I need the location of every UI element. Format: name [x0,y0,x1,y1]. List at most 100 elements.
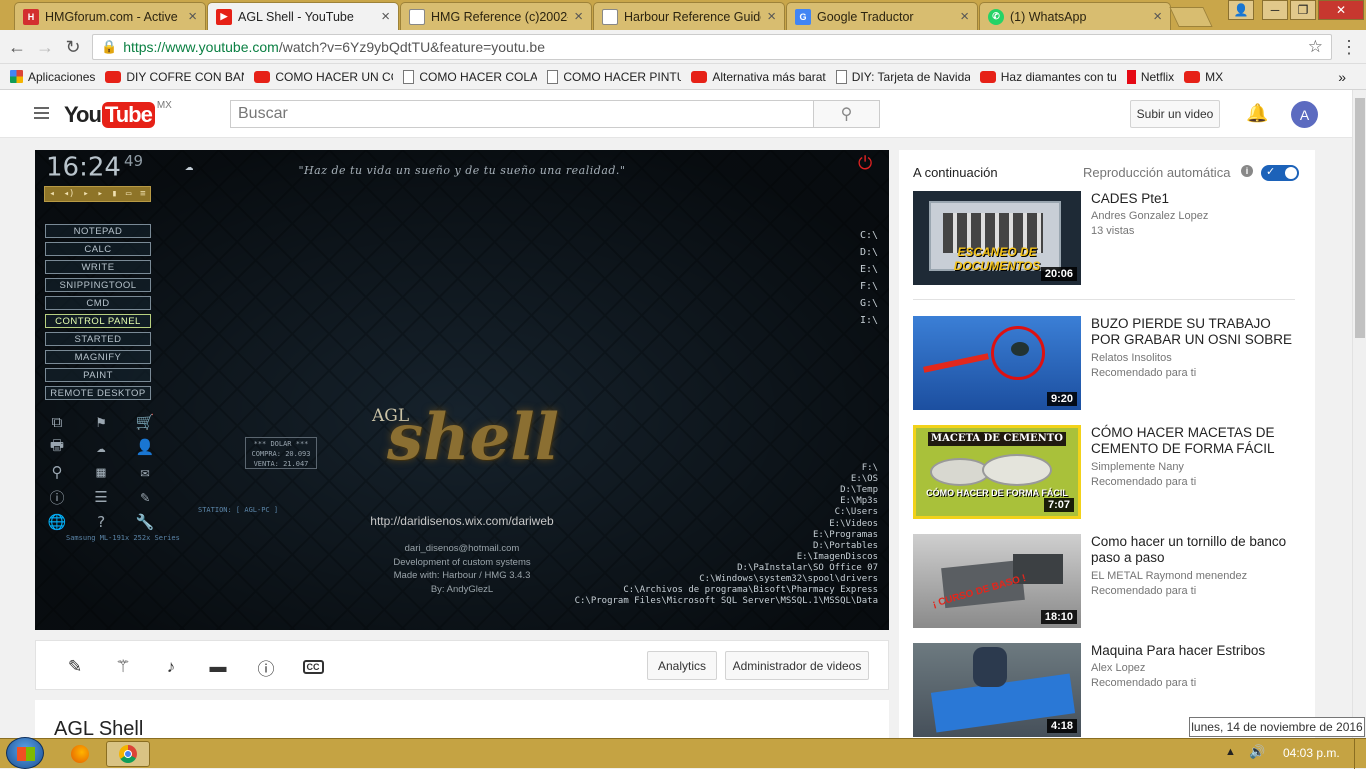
magic-wand-icon[interactable]: ⚚ [112,656,134,678]
calendar-icon: ▦ [96,463,106,481]
tab-title: HMG Reference (c)2002- [431,9,569,24]
document-icon [547,69,559,84]
forward-arrow-icon[interactable]: → [34,36,56,58]
autoplay-toggle[interactable]: ✓ [1261,165,1299,181]
drive-label: I:\ [859,315,878,326]
close-tab-icon[interactable]: × [1153,8,1162,25]
google-translate-favicon-icon: G [795,8,811,25]
hamburger-menu-icon[interactable] [34,107,49,119]
region-label: MX [156,100,172,111]
menu-dots-icon[interactable]: ⋮ [1338,36,1360,58]
autoplay-info-icon[interactable]: i [1241,165,1253,177]
video-thumbnail[interactable]: 4:18 [913,643,1081,737]
tray-expand-icon[interactable]: ▲ [1225,746,1236,758]
search-icon[interactable]: ⚲ [813,100,880,128]
page-scrollbar[interactable] [1352,90,1366,738]
minimize-button[interactable]: ─ [1262,0,1288,20]
recommendation-title[interactable]: CÓMO HACER MACETAS DE CEMENTO DE FORMA F… [1091,425,1299,457]
start-button[interactable] [6,737,44,769]
bookmarks-more-icon[interactable]: » [1338,69,1346,85]
recommendation-channel[interactable]: Simplemente Nany [1091,461,1184,473]
show-desktop-button[interactable] [1354,739,1366,769]
tab-whatsapp[interactable]: ✆ (1) WhatsApp × [979,2,1171,30]
volume-icon[interactable]: 🔊 [1249,744,1265,760]
tab-hmgforum[interactable]: H HMGforum.com - Active × [14,2,206,30]
recommendation-channel[interactable]: Alex Lopez [1091,662,1145,674]
recommendation-item[interactable]: ¡ CURSO DE BASO ! 18:10 Como hacer un to… [913,534,1303,628]
close-tab-icon[interactable]: × [381,8,390,25]
windows-taskbar: ▲ 🔊 04:03 p.m. [0,737,1366,769]
upload-button[interactable]: Subir un video [1130,100,1220,128]
video-title: AGL Shell [54,718,144,738]
bookmark-item[interactable]: COMO HACER COLA [403,69,537,84]
analytics-button[interactable]: Analytics [647,651,717,680]
bookmark-item[interactable]: Haz diamantes con tu [979,70,1117,84]
url-bar[interactable]: 🔒 https://www.youtube.com/watch?v=6Yz9yb… [92,34,1332,60]
recommendation-channel[interactable]: Relatos Insolitos [1091,352,1172,364]
video-thumbnail[interactable]: 9:20 [913,316,1081,410]
thumbnail-text: MACETA DE CEMENTO [928,432,1066,446]
tab-google-traductor[interactable]: G Google Traductor × [786,2,978,30]
video-manager-button[interactable]: Administrador de videos [725,651,869,680]
edit-pencil-icon[interactable]: ✎ [64,656,86,678]
tab-hmg-reference[interactable]: HMG Reference (c)2002- × [400,2,592,30]
tab-title: AGL Shell - YouTube [238,9,354,24]
avatar[interactable]: A [1291,101,1318,128]
recommendation-title[interactable]: BUZO PIERDE SU TRABAJO POR GRABAR UN OSN… [1091,316,1299,348]
scrollbar-thumb[interactable] [1355,98,1365,338]
info-icon[interactable]: ⓘ [255,656,277,679]
captions-icon[interactable]: CC [302,656,324,678]
recommendation-item[interactable]: MACETA DE CEMENTO CÓMO HACER DE FORMA FÁ… [913,425,1303,519]
recommendation-title[interactable]: Maquina Para hacer Estribos [1091,643,1299,659]
bookmark-item[interactable]: DIY: Tarjeta de Navida [835,69,970,84]
recommendation-title[interactable]: CADES Pte1 [1091,191,1299,207]
tab-youtube[interactable]: ▶ AGL Shell - YouTube × [207,2,399,30]
search-input[interactable]: Buscar [230,100,814,128]
youtube-favicon-icon [254,70,271,83]
bookmark-item[interactable]: Alternativa más barat [691,70,826,84]
date-tooltip: lunes, 14 de noviembre de 2016 [1189,717,1365,737]
video-thumbnail[interactable]: MACETA DE CEMENTO CÓMO HACER DE FORMA FÁ… [913,425,1081,519]
music-note-icon[interactable]: ♪ [160,656,182,678]
close-window-button[interactable]: ✕ [1318,0,1364,20]
end-screen-icon[interactable]: ▬ [207,656,229,678]
taskbar-firefox[interactable] [58,741,102,767]
search-icon: ⚲ [51,463,63,481]
bookmark-star-icon[interactable]: ☆ [1308,37,1323,57]
tab-harbour-reference[interactable]: Harbour Reference Guide × [593,2,785,30]
back-arrow-icon[interactable]: ← [6,36,28,58]
new-tab-button[interactable] [1169,7,1213,27]
bookmark-item[interactable]: MX [1184,70,1223,84]
recommendation-channel[interactable]: Andres Gonzalez Lopez [1091,210,1208,222]
bookmark-item[interactable]: Netflix [1126,69,1174,84]
recommendation-channel[interactable]: EL METAL Raymond menendez [1091,570,1247,582]
video-thumbnail[interactable]: ¡ CURSO DE BASO ! 18:10 [913,534,1081,628]
user-icon[interactable]: 👤 [1228,0,1254,20]
recommendation-meta: Recomendado para ti [1091,476,1197,488]
bookmark-item[interactable]: DIY COFRE CON BAN [105,70,244,84]
close-tab-icon[interactable]: × [960,8,969,25]
maximize-button[interactable]: ❐ [1290,0,1316,20]
close-tab-icon[interactable]: × [188,8,197,25]
drive-label: G:\ [859,298,878,309]
bookmark-item[interactable]: COMO HACER PINTU [547,69,681,84]
bookmark-item[interactable]: Aplicaciones [10,70,95,84]
video-quote: "Haz de tu vida un sueño y de tu sueño u… [298,164,626,177]
document-icon [835,69,847,84]
bell-icon[interactable]: 🔔 [1246,103,1268,124]
reload-icon[interactable]: ↻ [62,36,84,58]
recommendation-item[interactable]: ESCANEO DE DOCUMENTOS 20:06 CADES Pte1 A… [913,191,1303,285]
video-player[interactable]: 16:24 49 ☁ "Haz de tu vida un sueño y de … [35,150,889,630]
taskbar-chrome[interactable] [106,741,150,767]
video-thumbnail[interactable]: ESCANEO DE DOCUMENTOS 20:06 [913,191,1081,285]
recommendation-item[interactable]: 9:20 BUZO PIERDE SU TRABAJO POR GRABAR U… [913,316,1303,410]
youtube-page: You Tube MX Buscar ⚲ Subir un video 🔔 A [0,90,1366,738]
taskbar-clock[interactable]: 04:03 p.m. [1283,746,1340,760]
bookmark-item[interactable]: COMO HACER UN CO [254,70,393,84]
close-tab-icon[interactable]: × [574,8,583,25]
recommendation-title[interactable]: Como hacer un tornillo de banco paso a p… [1091,534,1299,566]
close-tab-icon[interactable]: × [767,8,776,25]
video-duration: 9:20 [1046,392,1077,406]
youtube-favicon-icon [691,70,708,83]
youtube-logo[interactable]: You Tube MX [64,100,172,130]
